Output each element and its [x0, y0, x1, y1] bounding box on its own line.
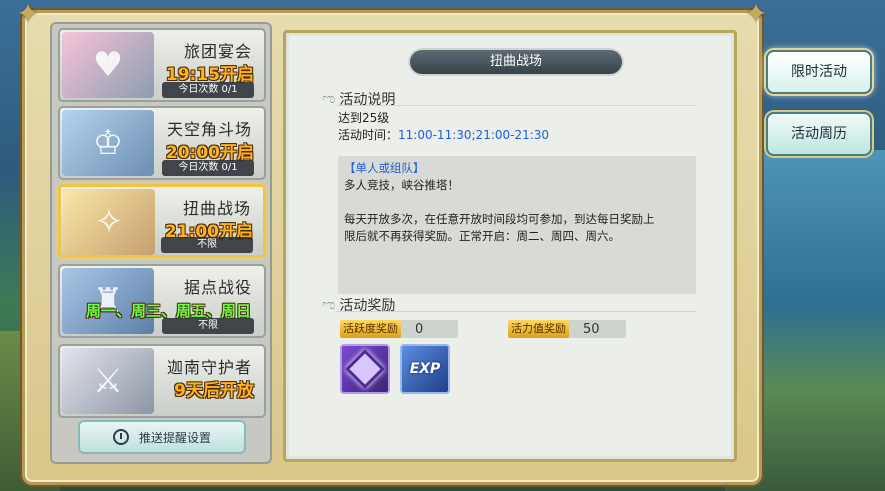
desc-heading-text: 活动说明	[339, 92, 396, 108]
mode-tag: 【单人或组队】	[344, 161, 425, 175]
event-card-3[interactable]: ♜ 据点战役 周一、周三、周五、周日 不限	[58, 264, 266, 338]
event-count: 今日次数 0/1	[162, 160, 254, 176]
desc-heading: ಌ 活动说明	[322, 89, 395, 109]
event-card-4[interactable]: ⚔ 迦南守护者 9天后开放	[58, 344, 266, 418]
trophy-icon: ♔	[92, 123, 124, 163]
reward-item-exp[interactable]: EXP	[400, 344, 450, 394]
frame-corner-ornament-icon: ✦	[744, 0, 768, 30]
desc-line-1: 多人竞技，峡谷推塔！	[344, 178, 459, 192]
event-card-1[interactable]: ♔ 天空角斗场 20:00开启 今日次数 0/1	[58, 106, 266, 180]
desc-line-3: 限后就不再获得奖励。正常开启：周二、周四、周六。	[344, 229, 620, 243]
detail-title: 扭曲战场	[410, 50, 622, 74]
vitality-reward-value: 50	[583, 321, 600, 337]
event-count: 不限	[161, 237, 253, 253]
exp-icon: EXP	[409, 361, 441, 377]
tab-limited-events[interactable]: 限时活动	[766, 50, 872, 94]
event-time: 9天后开放	[174, 381, 254, 401]
event-art: ♥	[62, 32, 154, 98]
sword-icon: ⚔	[92, 361, 124, 401]
event-detail-panel: 扭曲战场 ಌ 活动说明 达到25级 活动时间：11:00-11:30;21:00…	[283, 30, 737, 462]
vitality-reward-label: 活力值奖励	[508, 320, 569, 338]
time-label: 活动时间：	[338, 128, 399, 142]
clock-icon	[112, 429, 129, 445]
event-art: ⚔	[62, 348, 154, 414]
reward-heading: ಌ 活动奖励	[322, 295, 395, 315]
event-name: 据点战役	[183, 278, 252, 297]
event-art: ♔	[62, 110, 154, 176]
event-count: 今日次数 0/1	[162, 82, 254, 98]
event-card-2-selected[interactable]: ✧ 扭曲战场 21:00开启 不限	[58, 184, 266, 258]
activity-reward-label: 活跃度奖励	[340, 320, 401, 338]
event-art: ✧	[63, 189, 155, 255]
swirl-icon: ಌ	[322, 297, 336, 313]
reward-item-gem[interactable]	[340, 344, 390, 394]
event-card-0[interactable]: ♥ 旅团宴会 19:15开启 今日次数 0/1	[58, 28, 266, 102]
event-list-panel: ♥ 旅团宴会 19:15开启 今日次数 0/1 ♔ 天空角斗场 20:00开启 …	[50, 22, 272, 464]
hero-portrait-icon: ✧	[94, 202, 124, 242]
description-box: 【单人或组队】 多人竞技，峡谷推塔！ 每天开放多次，在任意开放时间段均可参加，到…	[338, 156, 696, 294]
event-name: 旅团宴会	[183, 42, 252, 61]
divider	[336, 105, 696, 106]
swirl-icon: ಌ	[322, 91, 336, 107]
event-name: 扭曲战场	[182, 199, 251, 218]
desc-spacer	[344, 194, 690, 211]
time-value: 11:00-11:30;21:00-21:30	[398, 128, 550, 142]
frame-corner-ornament-icon: ✦	[16, 0, 40, 30]
pig-mascot-icon: ♥	[92, 45, 124, 85]
activity-reward-value: 0	[415, 321, 424, 337]
desc-line-2: 每天开放多次，在任意开放时间段均可参加，到达每日奖励上	[344, 212, 655, 226]
reward-heading-text: 活动奖励	[339, 298, 396, 314]
event-name: 天空角斗场	[166, 120, 252, 139]
gem-icon	[345, 349, 385, 389]
tab-event-calendar[interactable]: 活动周历	[766, 112, 872, 156]
vitality-reward: 活力值奖励 50	[508, 320, 626, 338]
activity-time: 活动时间：11:00-11:30;21:00-21:30	[338, 126, 549, 143]
event-name: 迦南守护者	[166, 358, 252, 377]
event-count: 不限	[162, 318, 254, 334]
push-reminder-label: 推送提醒设置	[138, 430, 211, 445]
level-requirement: 达到25级	[338, 111, 390, 125]
push-reminder-button[interactable]: 推送提醒设置	[78, 420, 246, 454]
activity-reward: 活跃度奖励 0	[340, 320, 458, 338]
divider	[336, 311, 696, 312]
